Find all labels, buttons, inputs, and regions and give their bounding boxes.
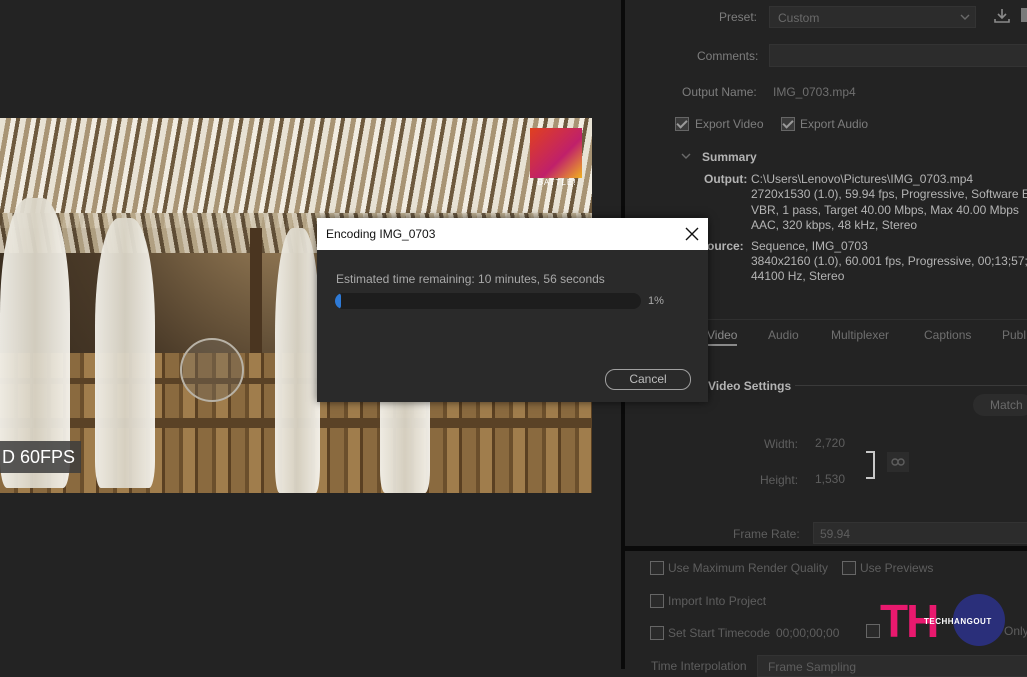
- summary-source-line: 3840x2160 (1.0), 60.001 fps, Progressive…: [751, 254, 1027, 268]
- preset-value: Custom: [778, 11, 820, 25]
- encoding-progress-fill: [335, 293, 341, 309]
- dialog-title: Encoding IMG_0703: [326, 227, 436, 241]
- summary-output-line: AAC, 320 kbps, 48 kHz, Stereo: [751, 218, 918, 232]
- comments-field[interactable]: [769, 44, 1027, 67]
- channel-logo-text: BATTLE!: [537, 178, 577, 187]
- curtain: [95, 218, 155, 488]
- import-preset-icon[interactable]: [1021, 8, 1027, 22]
- export-audio-checkbox[interactable]: [781, 117, 795, 131]
- watermark-brand: TECHHANGOUT: [924, 617, 992, 626]
- summary-output-line: 2720x1530 (1.0), 59.94 fps, Progressive,…: [751, 187, 1027, 201]
- time-interpolation-value: Frame Sampling: [768, 660, 857, 674]
- tab-publish[interactable]: Publ: [1002, 328, 1026, 342]
- tab-video[interactable]: Video: [707, 328, 738, 346]
- channel-logo: [530, 128, 582, 178]
- encoding-dialog: Encoding IMG_0703 Estimated time remaini…: [317, 218, 708, 402]
- start-timecode-value[interactable]: 00;00;00;00: [776, 626, 839, 640]
- video-settings-heading: Video Settings: [708, 379, 792, 393]
- cancel-button[interactable]: Cancel: [605, 369, 691, 390]
- render-alpha-only-label: Only: [1004, 624, 1027, 638]
- preset-dropdown[interactable]: Custom: [769, 6, 976, 28]
- render-alpha-checkbox[interactable]: [866, 624, 880, 638]
- link-icon: [891, 458, 905, 466]
- output-name-label: Output Name:: [682, 85, 757, 99]
- import-into-project-checkbox[interactable]: [650, 594, 664, 608]
- width-value[interactable]: 2,720: [815, 436, 845, 450]
- summary-output-line: C:\Users\Lenovo\Pictures\IMG_0703.mp4: [751, 172, 974, 186]
- time-interpolation-dropdown[interactable]: Frame Sampling: [757, 655, 1027, 677]
- preset-label: Preset:: [719, 10, 758, 24]
- thatch-roof: [0, 118, 592, 228]
- save-preset-icon[interactable]: [993, 8, 1011, 24]
- max-render-quality-label: Use Maximum Render Quality: [668, 561, 829, 575]
- import-into-project-label: Import Into Project: [668, 594, 767, 608]
- panel-divider-horizontal: [621, 546, 1027, 551]
- set-start-timecode-checkbox[interactable]: [650, 626, 664, 640]
- height-label: Height:: [760, 473, 799, 487]
- encoding-progress-bar: [335, 293, 641, 309]
- dialog-titlebar: Encoding IMG_0703: [317, 218, 708, 250]
- tab-audio[interactable]: Audio: [768, 328, 799, 342]
- summary-source-line: Sequence, IMG_0703: [751, 239, 868, 253]
- summary-source-label: ource:: [707, 239, 744, 253]
- comments-label: Comments:: [697, 49, 759, 63]
- export-video-checkbox[interactable]: [675, 117, 689, 131]
- close-button[interactable]: [681, 223, 703, 245]
- summary-source-line: 44100 Hz, Stereo: [751, 269, 845, 283]
- height-value[interactable]: 1,530: [815, 472, 845, 486]
- frame-rate-value: 59.94: [820, 527, 851, 541]
- set-start-timecode-label: Set Start Timecode: [668, 626, 771, 640]
- summary-output-line: VBR, 1 pass, Target 40.00 Mbps, Max 40.0…: [751, 203, 1019, 217]
- close-icon: [685, 227, 699, 241]
- curtain: [275, 228, 320, 493]
- tab-multiplexer[interactable]: Multiplexer: [831, 328, 889, 342]
- export-video-label: Export Video: [695, 117, 764, 131]
- chevron-down-icon: [960, 14, 970, 20]
- section-divider: [795, 385, 1027, 386]
- chevron-down-icon[interactable]: [681, 152, 691, 160]
- match-source-button[interactable]: Match: [973, 394, 1027, 416]
- frame-rate-dropdown[interactable]: 59.94: [813, 522, 1027, 544]
- summary-heading: Summary: [702, 150, 757, 164]
- output-name-link[interactable]: IMG_0703.mp4: [773, 85, 856, 99]
- fps-overlay-label: D 60FPS: [0, 441, 82, 473]
- constrain-proportions-button[interactable]: [887, 452, 909, 472]
- time-interpolation-label: Time Interpolation: [651, 659, 747, 673]
- export-audio-label: Export Audio: [800, 117, 869, 131]
- fan: [180, 338, 244, 402]
- use-previews-checkbox[interactable]: [842, 561, 856, 575]
- aspect-bracket-icon: [866, 451, 875, 479]
- summary-output-label: Output:: [704, 172, 748, 186]
- width-label: Width:: [764, 437, 799, 451]
- tab-captions[interactable]: Captions: [924, 328, 971, 342]
- frame-rate-label: Frame Rate:: [733, 527, 800, 541]
- match-source-label: Match: [990, 398, 1023, 412]
- max-render-quality-checkbox[interactable]: [650, 561, 664, 575]
- use-previews-label: Use Previews: [860, 561, 934, 575]
- progress-percent: 1%: [648, 295, 664, 307]
- estimated-time-text: Estimated time remaining: 10 minutes, 56…: [336, 272, 605, 286]
